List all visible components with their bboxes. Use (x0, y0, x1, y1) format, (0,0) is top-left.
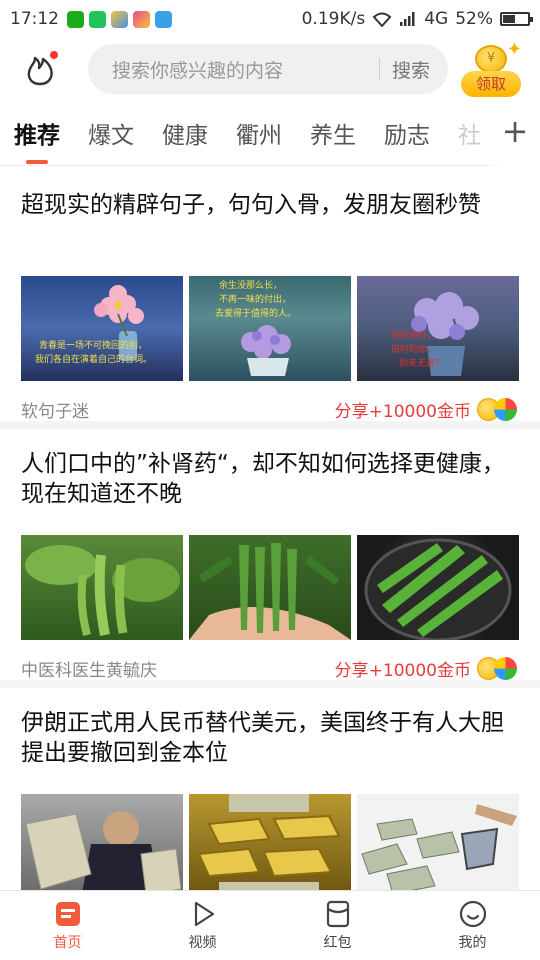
bottom-navigation: 首页 视频 红包 我的 (0, 890, 540, 960)
play-icon (194, 901, 214, 926)
article-source: 软句子迷 (21, 402, 89, 422)
image-caption: 别来无恙？ (399, 357, 444, 369)
tab-health[interactable]: 健康 (162, 116, 208, 150)
search-button[interactable]: 搜索 (392, 56, 430, 83)
image-caption: 我们各自在演着自己的台词。 (35, 353, 152, 365)
search-input[interactable]: 搜索你感兴趣的内容 (112, 56, 367, 83)
article-image[interactable]: 余生没那么长， 不再一味的付出， 去爱得于值得的人。 (189, 276, 351, 381)
nav-home[interactable]: 首页 (0, 891, 135, 960)
add-tab-button[interactable]: + (490, 100, 540, 166)
app-notification-icon (89, 10, 106, 28)
article-image[interactable] (21, 535, 183, 640)
app-notification-icon (133, 10, 150, 28)
search-divider (378, 58, 380, 80)
image-caption: 不再一味的付出， (219, 293, 291, 305)
nav-video-label: 视频 (188, 934, 217, 951)
article-card[interactable]: 超现实的精辟句子，句句入骨，发朋友圈秒赞 青春是一场不可挽回的别， 我们各自在演… (0, 170, 540, 429)
tab-recommend[interactable]: 推荐 (14, 116, 60, 164)
article-image[interactable]: 青春是一场不可挽回的别， 我们各自在演着自己的台词。 (21, 276, 183, 381)
image-caption: 你好你好， (391, 329, 436, 341)
news-feed: 超现实的精辟句子，句句入骨，发朋友圈秒赞 青春是一场不可挽回的别， 我们各自在演… (0, 170, 540, 890)
article-image[interactable] (189, 794, 351, 890)
status-time: 17:12 (10, 9, 59, 29)
status-bar: 17:12 0.19K/s 4G 52% (0, 0, 540, 38)
article-source: 中医科医生黄毓庆 (21, 661, 157, 681)
coins-icon (477, 656, 519, 681)
article-title[interactable]: 人们口中的”补肾药“，却不知如何选择更健康，现在知道还不晚 (21, 449, 519, 509)
wifi-icon (372, 12, 392, 27)
image-caption: 旧时的你， (391, 343, 436, 355)
tab-wellness[interactable]: 养生 (310, 116, 356, 150)
image-caption: 青春是一场不可挽回的别， (39, 339, 147, 351)
tab-society[interactable]: 社 (458, 116, 481, 150)
article-images: 青春是一场不可挽回的别， 我们各自在演着自己的台词。 余生没那么长， 不再一味的… (21, 276, 519, 381)
claim-reward-button[interactable]: ¥ ✦ 领取 (460, 39, 522, 97)
search-bar[interactable]: 搜索你感兴趣的内容 搜索 (88, 44, 448, 94)
red-packet-icon (326, 900, 349, 927)
article-image[interactable] (357, 794, 519, 890)
coins-icon (477, 397, 519, 422)
article-card[interactable]: 人们口中的”补肾药“，却不知如何选择更健康，现在知道还不晚 中医科医生黄毓庆 分… (0, 429, 540, 688)
tab-quzhou[interactable]: 衢州 (236, 116, 282, 150)
home-icon (55, 901, 80, 926)
network-type: 4G (424, 9, 449, 29)
gallery-icon (111, 10, 128, 28)
article-images (21, 794, 519, 890)
image-caption: 去爱得于值得的人。 (215, 307, 296, 319)
article-image[interactable] (357, 535, 519, 640)
claim-label: 领取 (461, 71, 521, 97)
network-speed: 0.19K/s (301, 9, 366, 29)
battery-icon (500, 12, 533, 26)
article-images (21, 535, 519, 640)
scan-icon (155, 10, 172, 28)
tab-viral[interactable]: 爆文 (88, 116, 134, 150)
article-title[interactable]: 伊朗正式用人民币替代美元，美国终于有人大胆提出要撤回到金本位 (21, 708, 519, 768)
article-meta: 软句子迷 分享+10000金币 (21, 397, 519, 422)
signal-icon (400, 12, 415, 26)
article-image[interactable] (189, 535, 351, 640)
article-card[interactable]: 伊朗正式用人民币替代美元，美国终于有人大胆提出要撤回到金本位 (0, 688, 540, 890)
wechat-icon (67, 10, 84, 28)
share-reward[interactable]: 分享+10000金币 (335, 397, 471, 422)
image-caption: 余生没那么长， (219, 279, 282, 291)
article-title[interactable]: 超现实的精辟句子，句句入骨，发朋友圈秒赞 (21, 190, 519, 250)
article-image[interactable]: 你好你好， 旧时的你， 别来无恙？ (357, 276, 519, 381)
article-meta: 中医科医生黄毓庆 分享+10000金币 (21, 656, 519, 681)
header: 搜索你感兴趣的内容 搜索 ¥ ✦ 领取 (0, 38, 540, 100)
nav-profile[interactable]: 我的 (405, 891, 540, 960)
nav-video[interactable]: 视频 (135, 891, 270, 960)
sparkle-icon: ✦ (506, 39, 522, 60)
hot-flame-icon[interactable] (22, 51, 58, 87)
notification-dot (50, 51, 58, 59)
nav-home-label: 首页 (53, 934, 82, 951)
nav-profile-label: 我的 (458, 934, 487, 951)
category-tabs: 推荐 爆文 健康 衢州 养生 励志 社 + (0, 100, 540, 166)
tab-inspiration[interactable]: 励志 (384, 116, 430, 150)
battery-percent: 52% (455, 9, 493, 29)
coin-icon: ¥ (475, 45, 507, 73)
nav-redpacket[interactable]: 红包 (270, 891, 405, 960)
share-reward[interactable]: 分享+10000金币 (335, 656, 471, 681)
nav-redpacket-label: 红包 (323, 934, 352, 951)
smiley-icon (459, 900, 486, 927)
article-image[interactable] (21, 794, 183, 890)
